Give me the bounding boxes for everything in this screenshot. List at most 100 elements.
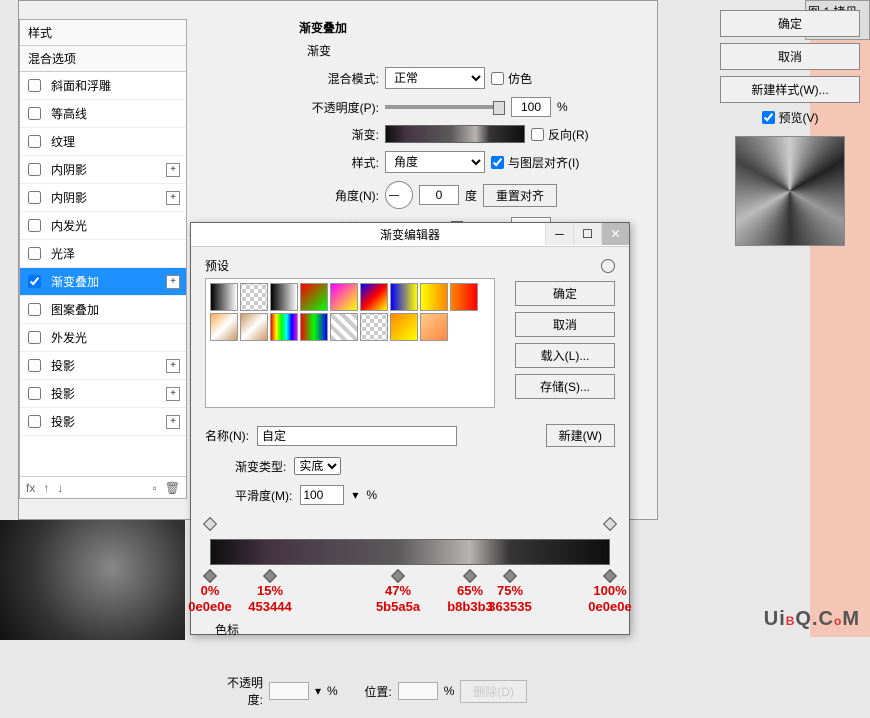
preset-swatch[interactable] [360, 313, 388, 341]
style-checkbox[interactable] [28, 303, 41, 316]
reset-align-button[interactable]: 重置对齐 [483, 184, 557, 207]
preset-swatch[interactable] [210, 313, 238, 341]
style-item[interactable]: 投影+ [20, 408, 186, 436]
minimize-icon[interactable]: ─ [545, 223, 573, 245]
ge-ok-button[interactable]: 确定 [515, 281, 615, 306]
preset-swatch[interactable] [300, 283, 328, 311]
style-item[interactable]: 外发光 [20, 324, 186, 352]
preset-swatch[interactable] [450, 283, 478, 311]
opacity-stop[interactable] [203, 517, 217, 531]
style-item[interactable]: 投影+ [20, 380, 186, 408]
ge-load-button[interactable]: 载入(L)... [515, 343, 615, 368]
blend-mode-select[interactable]: 正常 [385, 67, 485, 89]
plus-icon[interactable]: + [166, 191, 180, 205]
dialog-right-panel: 确定 取消 新建样式(W)... 预览(V) [720, 10, 860, 256]
color-stop[interactable] [263, 569, 277, 583]
angle-dial[interactable] [385, 181, 413, 209]
preset-swatch[interactable] [420, 283, 448, 311]
color-stop[interactable] [203, 569, 217, 583]
ge-new-button[interactable]: 新建(W) [546, 424, 615, 447]
color-stop[interactable] [391, 569, 405, 583]
style-item[interactable]: 图案叠加 [20, 296, 186, 324]
angle-input[interactable] [419, 185, 459, 205]
style-item[interactable]: 内阴影+ [20, 184, 186, 212]
add-icon[interactable]: ▫ [153, 481, 157, 495]
maximize-icon[interactable]: ☐ [573, 223, 601, 245]
plus-icon[interactable]: + [166, 359, 180, 373]
gear-icon[interactable] [601, 259, 615, 273]
blend-options[interactable]: 混合选项 [20, 46, 186, 72]
styles-header[interactable]: 样式 [20, 20, 186, 46]
ok-button[interactable]: 确定 [720, 10, 860, 37]
color-stop[interactable] [463, 569, 477, 583]
style-checkbox[interactable] [28, 331, 41, 344]
smooth-input[interactable] [300, 485, 344, 505]
preset-swatch[interactable] [330, 283, 358, 311]
color-stop[interactable] [503, 569, 517, 583]
preset-swatch[interactable] [420, 313, 448, 341]
preset-swatch[interactable] [210, 283, 238, 311]
plus-icon[interactable]: + [166, 163, 180, 177]
preset-swatch[interactable] [270, 283, 298, 311]
name-input[interactable] [257, 426, 457, 446]
style-checkbox[interactable] [28, 219, 41, 232]
cs-opacity-input[interactable] [269, 682, 309, 700]
style-checkbox[interactable] [28, 387, 41, 400]
preset-swatch[interactable] [360, 283, 388, 311]
gradient-bar[interactable] [210, 539, 610, 565]
preset-swatch[interactable] [270, 313, 298, 341]
style-select[interactable]: 角度 [385, 151, 485, 173]
grad-type-select[interactable]: 实底 [294, 457, 341, 475]
style-checkbox[interactable] [28, 275, 41, 288]
smooth-dropdown-icon[interactable]: ▾ [352, 488, 358, 502]
cancel-button[interactable]: 取消 [720, 43, 860, 70]
color-stop[interactable] [603, 569, 617, 583]
style-checkbox[interactable] [28, 135, 41, 148]
style-item[interactable]: 内阴影+ [20, 156, 186, 184]
close-icon[interactable]: ✕ [601, 223, 629, 245]
style-checkbox[interactable] [28, 359, 41, 372]
new-style-button[interactable]: 新建样式(W)... [720, 76, 860, 103]
style-item[interactable]: 纹理 [20, 128, 186, 156]
style-checkbox[interactable] [28, 247, 41, 260]
plus-icon[interactable]: + [166, 415, 180, 429]
style-item[interactable]: 斜面和浮雕 [20, 72, 186, 100]
preset-swatch[interactable] [330, 313, 358, 341]
trash-icon[interactable]: 🗑 [165, 481, 180, 495]
align-checkbox[interactable] [491, 156, 504, 169]
presets-label: 预设 [205, 257, 229, 274]
preview-checkbox[interactable] [762, 111, 775, 124]
preset-swatch[interactable] [390, 313, 418, 341]
ge-cancel-button[interactable]: 取消 [515, 312, 615, 337]
style-item[interactable]: 投影+ [20, 352, 186, 380]
preset-swatch[interactable] [390, 283, 418, 311]
style-checkbox[interactable] [28, 415, 41, 428]
style-checkbox[interactable] [28, 191, 41, 204]
arrow-down-icon[interactable]: ↓ [57, 481, 63, 495]
style-item[interactable]: 光泽 [20, 240, 186, 268]
opacity-stop[interactable] [603, 517, 617, 531]
cs-position-input[interactable] [398, 682, 438, 700]
opacity-slider[interactable] [385, 105, 505, 109]
preset-swatch[interactable] [240, 313, 268, 341]
cs-delete-button[interactable]: 删除(D) [460, 680, 527, 703]
style-checkbox[interactable] [28, 107, 41, 120]
ge-save-button[interactable]: 存储(S)... [515, 374, 615, 399]
gradient-preview[interactable] [385, 125, 525, 143]
opacity-input[interactable] [511, 97, 551, 117]
dither-checkbox[interactable] [491, 72, 504, 85]
style-checkbox[interactable] [28, 163, 41, 176]
plus-icon[interactable]: + [166, 275, 180, 289]
arrow-up-icon[interactable]: ↑ [43, 481, 49, 495]
style-item[interactable]: 等高线 [20, 100, 186, 128]
reverse-checkbox[interactable] [531, 128, 544, 141]
preset-swatch[interactable] [240, 283, 268, 311]
gradient-editor-titlebar[interactable]: 渐变编辑器 ─ ☐ ✕ [191, 223, 629, 247]
style-item[interactable]: 内发光 [20, 212, 186, 240]
style-checkbox[interactable] [28, 79, 41, 92]
percent-label: % [366, 488, 377, 502]
preset-swatch[interactable] [300, 313, 328, 341]
plus-icon[interactable]: + [166, 387, 180, 401]
style-item[interactable]: 渐变叠加+ [20, 268, 186, 296]
fx-label[interactable]: fx [26, 481, 35, 495]
